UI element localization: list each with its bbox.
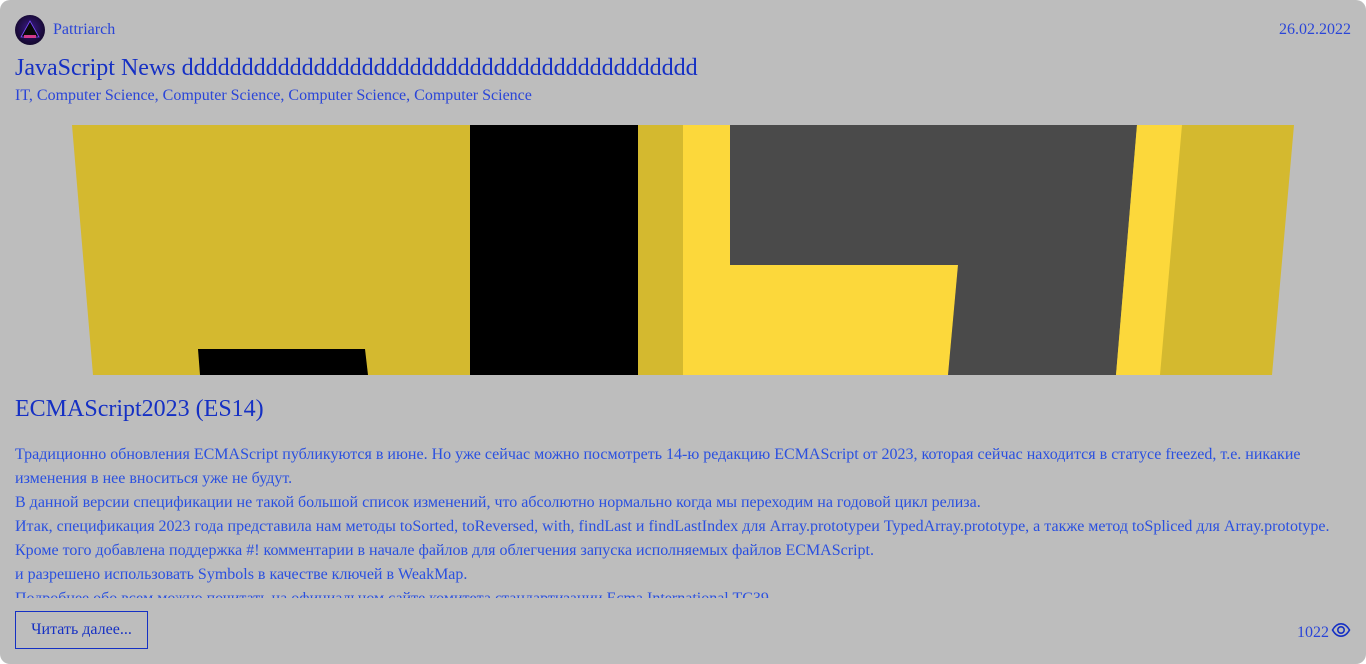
eye-icon xyxy=(1331,620,1351,645)
views-counter: 1022 xyxy=(1297,620,1351,645)
article-paragraph: Традиционно обновления ECMAScript публик… xyxy=(15,446,1301,487)
post-categories[interactable]: IT, Computer Science, Computer Science, … xyxy=(15,87,532,105)
article-paragraph: и разрешено использовать Symbols в качес… xyxy=(15,566,468,583)
article-body: Традиционно обновления ECMAScript публик… xyxy=(15,443,1351,598)
article-subtitle: ECMAScript2023 (ES14) xyxy=(15,396,264,422)
banner-black-foot xyxy=(198,349,368,375)
views-count: 1022 xyxy=(1297,623,1329,641)
post-title[interactable]: JavaScript News dddddddddddddddddddddddd… xyxy=(15,55,698,82)
article-paragraph: Кроме того добавлена поддержка #! коммен… xyxy=(15,542,874,559)
avatar-image xyxy=(20,20,40,38)
banner-black-column xyxy=(470,125,638,375)
article-paragraph: В данной версии спецификации не такой бо… xyxy=(15,494,981,511)
article-paragraph: Подробнее обо всем можно почитать на офи… xyxy=(15,587,1351,598)
article-paragraph: Итак, спецификация 2023 года представила… xyxy=(15,518,1330,535)
author-name[interactable]: Pattriarch xyxy=(53,21,115,39)
post-card: Pattriarch 26.02.2022 JavaScript News dd… xyxy=(0,0,1366,664)
post-banner-image xyxy=(72,125,1294,375)
post-date: 26.02.2022 xyxy=(1279,21,1351,38)
author[interactable]: Pattriarch xyxy=(15,15,115,45)
avatar[interactable] xyxy=(15,15,45,45)
read-more-button[interactable]: Читать далее... xyxy=(15,611,148,649)
